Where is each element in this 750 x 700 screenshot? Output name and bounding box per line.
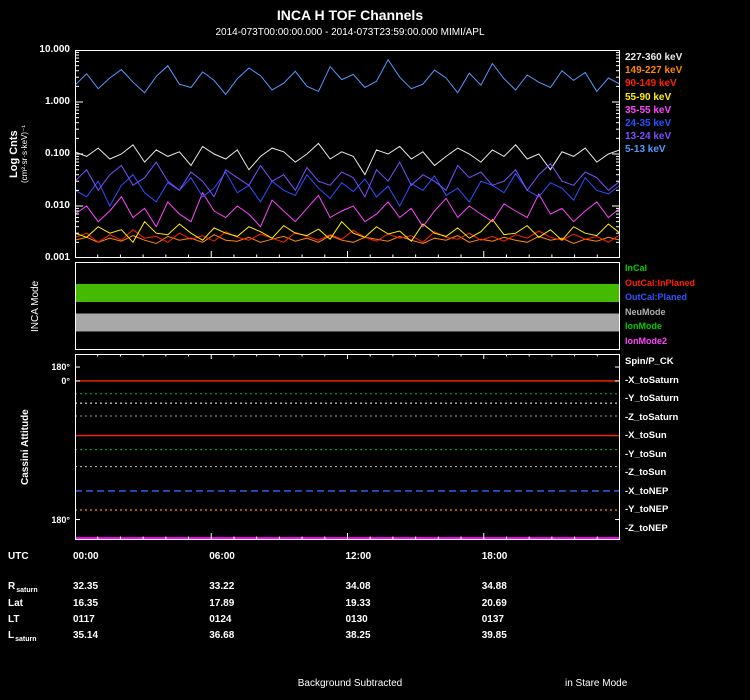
mode-panel (75, 262, 620, 350)
x-tick-label: 18:00 (481, 551, 508, 562)
series-line-90-149 keV (75, 229, 620, 243)
plot-title: INCA H TOF Channels (276, 7, 424, 23)
attitude-legend-item: -Y_toSaturn (625, 393, 679, 404)
x-tick-label: 12:00 (345, 551, 372, 562)
counts-ytick-label: 0.100 (44, 148, 70, 159)
counts-ytick-label: 0.010 (44, 200, 70, 211)
attitude-legend-item: -Y_toSun (625, 448, 667, 460)
ephemeris-value: 38.25 (345, 630, 371, 641)
channel-legend-item: 227-360 keV (625, 52, 683, 63)
channel-legend-item: 90-149 keV (625, 78, 677, 90)
attitude-legend-item: -Z_toNEP (625, 522, 668, 534)
ephemeris-value: 0117 (73, 614, 95, 625)
ephemeris-value: 17.89 (209, 598, 235, 609)
mode-frame (75, 262, 620, 350)
mode-y-axis-title: INCA Mode (30, 280, 41, 332)
mode-legend-item: InCal (625, 263, 648, 273)
channel-legend-item: 149-227 keV (625, 65, 683, 77)
ephemeris-value: 34.88 (481, 581, 507, 592)
counts-ytick-label: 10.000 (39, 44, 70, 55)
mode-legend-item: IonMode2 (625, 336, 667, 346)
attitude-ytick-label: 180° (51, 514, 70, 525)
attitude-panel (75, 354, 620, 540)
mode-bar-NeuMode (75, 313, 620, 332)
attitude-legend-item: -Y_toNEP (625, 504, 669, 515)
ephemeris-row-label-sub: saturn (16, 587, 38, 594)
stare-mode-note: in Stare Mode (565, 678, 628, 689)
series-line-35-55 keV (75, 191, 620, 228)
mode-y-axis-label: INCA Mode (30, 262, 41, 350)
attitude-legend-item: -Z_toSun (625, 467, 667, 478)
ephemeris-row-label: LT (8, 614, 20, 625)
mode-legend-item: OutCal:InPlaned (625, 277, 696, 288)
attitude-frame (75, 354, 620, 540)
counts-ytick-label: 0.001 (44, 252, 70, 263)
counts-y-axis-title: Log Cnts (8, 130, 20, 178)
ephemeris-value: 36.68 (209, 630, 235, 641)
ephemeris-value: 32.35 (73, 581, 99, 592)
channel-legend-item: 35-55 keV (625, 104, 672, 116)
attitude-legend-item: -X_toNEP (625, 485, 669, 497)
series-line-13-24 keV (75, 161, 620, 198)
ephemeris-value: 0130 (345, 614, 368, 625)
plot-time-range: 2014-073T00:00:00.000 - 2014-073T23:59:0… (215, 27, 485, 38)
attitude-ytick-label: 180° (51, 362, 70, 373)
x-tick-label: 06:00 (209, 551, 235, 562)
mode-legend-item: IonMode (625, 321, 662, 332)
mode-legend-item: NeuMode (625, 306, 666, 317)
mode-bar-IonMode (75, 284, 620, 302)
attitude-legend-item: -X_toSun (625, 430, 667, 441)
ephemeris-row-label: Lat (8, 598, 23, 609)
ephemeris-value: 34.08 (345, 581, 371, 592)
series-line-5-13 keV (75, 58, 620, 96)
channel-legend-item: 13-24 keV (625, 131, 672, 143)
mode-legend-item: OutCal:Planed (625, 292, 688, 303)
ephemeris-value: 0124 (209, 614, 232, 625)
attitude-legend-item: -Z_toSaturn (625, 411, 679, 423)
counts-panel (75, 50, 620, 258)
ephemeris-row-label-sub: saturn (15, 636, 37, 643)
channel-legend-item: 5-13 keV (625, 144, 666, 156)
channel-legend-item: 55-90 keV (625, 91, 672, 103)
ephemeris-row-label: Rsaturn (8, 581, 38, 594)
attitude-ytick-label: 0° (61, 375, 70, 386)
ephemeris-row-label: Lsaturn (8, 630, 37, 643)
attitude-legend-item: Spin/P_CK (625, 356, 674, 367)
utc-axis-label: UTC (8, 551, 29, 562)
ephemeris-value: 20.69 (481, 598, 507, 609)
ephemeris-value: 19.33 (345, 598, 371, 609)
ephemeris-value: 16.35 (73, 598, 99, 609)
attitude-legend-item: -X_toSaturn (625, 374, 679, 386)
series-line-227-360 keV (75, 142, 620, 176)
counts-ytick-label: 1.000 (44, 96, 70, 107)
inca-tof-plot-screen: INCA H TOF Channels 2014-073T00:00:00.00… (0, 0, 750, 700)
ephemeris-value: 39.85 (481, 630, 507, 641)
ephemeris-value: 35.14 (73, 630, 99, 641)
series-line-24-35 keV (75, 171, 620, 208)
x-tick-label: 00:00 (73, 551, 99, 562)
ephemeris-value: 0137 (481, 614, 504, 625)
ephemeris-value: 33.22 (209, 581, 235, 592)
channel-legend-item: 24-35 keV (625, 118, 672, 129)
series-line-149-227 keV (75, 234, 620, 245)
